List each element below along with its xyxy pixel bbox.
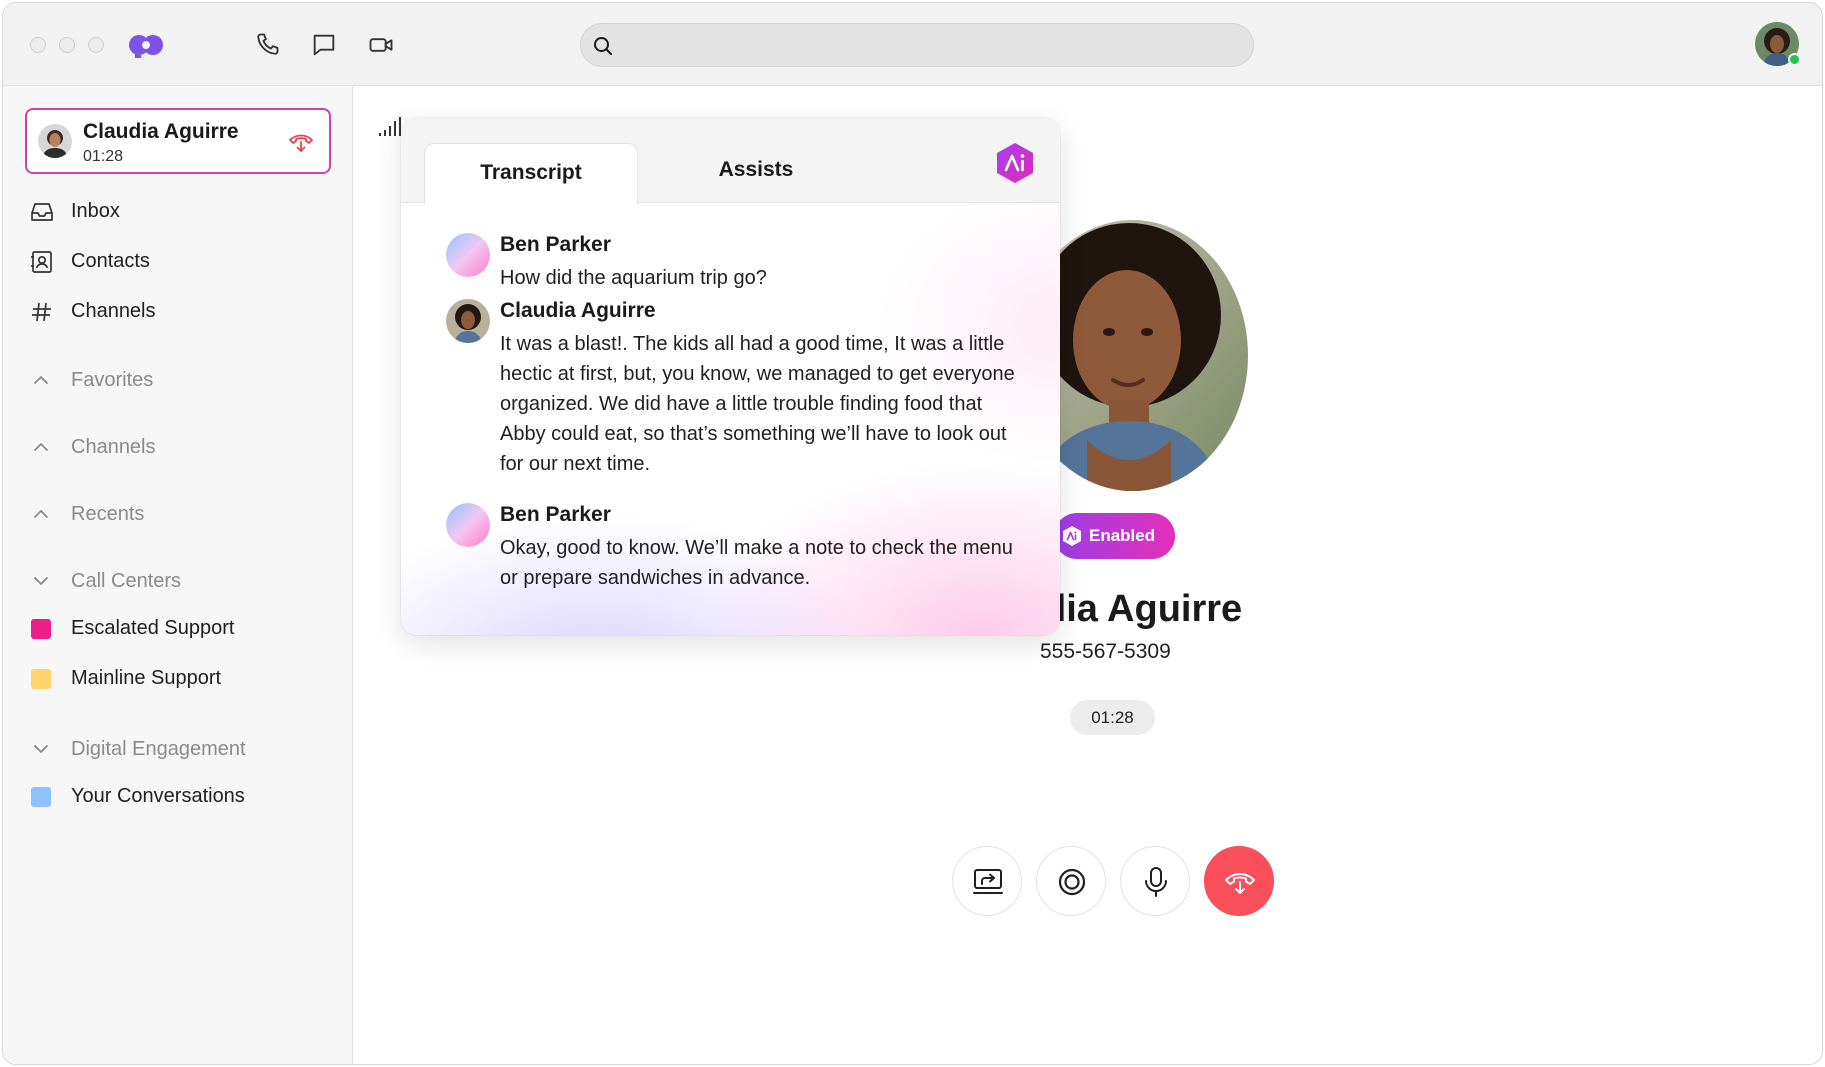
section-digital-engagement[interactable]: Digital Engagement [29, 735, 329, 765]
speaker-name: Claudia Aguirre [500, 299, 656, 322]
sidebar-item-label: Inbox [71, 200, 120, 222]
section-label: Call Centers [71, 570, 182, 592]
ai-hexagon-icon [1063, 526, 1081, 546]
ben-parker-avatar [446, 233, 490, 277]
sidebar-item-contacts[interactable]: Contacts [29, 247, 329, 277]
mute-button[interactable] [1120, 846, 1190, 916]
color-swatch [31, 619, 51, 639]
speaker-name: Ben Parker [500, 503, 611, 526]
sidebar-item-channels[interactable]: Channels [29, 297, 329, 327]
section-recents[interactable]: Recents [29, 500, 329, 530]
search-icon [594, 37, 612, 55]
contact-phone: 555-567-5309 [1040, 640, 1171, 663]
chevron-up-icon [34, 510, 48, 518]
contacts-icon [31, 251, 52, 273]
tab-assists[interactable]: Assists [651, 141, 861, 202]
transcript-message: Ben Parker How did the aquarium trip go? [446, 233, 1026, 298]
hang-up-icon [1225, 873, 1255, 894]
call-center-mainline-support[interactable]: Mainline Support [31, 664, 331, 694]
audio-signal-icon [379, 117, 401, 136]
digital-engagement-label: Your Conversations [71, 785, 245, 807]
color-swatch [31, 787, 51, 807]
sidebar-item-inbox[interactable]: Inbox [29, 197, 329, 227]
tab-label: Transcript [480, 161, 582, 184]
digital-engagement-your-conversations[interactable]: Your Conversations [31, 782, 331, 812]
tab-transcript[interactable]: Transcript [424, 143, 638, 204]
message-text: It was a blast!. The kids all had a good… [500, 333, 1015, 475]
claudia-aguirre-avatar [446, 299, 490, 343]
hash-icon [32, 302, 51, 322]
inbox-icon [31, 203, 53, 221]
message-icon[interactable] [310, 31, 338, 59]
transcript-message: Ben Parker Okay, good to know. We’ll mak… [446, 503, 1026, 593]
transcript-panel: Transcript Assists Ben Parker How did th… [401, 118, 1060, 635]
active-call-name: Claudia Aguirre [83, 120, 239, 143]
screen-share-icon [973, 869, 1003, 894]
message-text: How did the aquarium trip go? [500, 267, 767, 289]
ai-status-label: Enabled [1089, 526, 1156, 545]
section-label: Channels [71, 436, 156, 458]
panel-tab-bar: Transcript Assists [401, 118, 1060, 204]
ben-parker-avatar [446, 503, 490, 547]
window-minimize-button[interactable] [59, 37, 75, 53]
screen-share-button[interactable] [952, 846, 1022, 916]
video-icon[interactable] [367, 31, 395, 59]
record-icon [1058, 868, 1086, 896]
chevron-down-icon [34, 577, 48, 585]
record-button[interactable] [1036, 846, 1106, 916]
ai-assistant-icon[interactable] [993, 141, 1037, 185]
call-center-escalated-support[interactable]: Escalated Support [31, 614, 331, 644]
active-call-card[interactable]: Claudia Aguirre 01:28 [25, 108, 331, 174]
online-status-indicator [1788, 53, 1801, 66]
window-maximize-button[interactable] [88, 37, 104, 53]
section-label: Recents [71, 503, 145, 525]
call-timer: 01:28 [1070, 700, 1155, 735]
sidebar-item-label: Channels [71, 300, 156, 322]
section-favorites[interactable]: Favorites [29, 366, 329, 396]
end-call-button[interactable] [1204, 846, 1274, 916]
section-call-centers[interactable]: Call Centers [29, 567, 329, 597]
chevron-up-icon [34, 376, 48, 384]
ai-enabled-badge[interactable]: Enabled [1054, 513, 1175, 559]
app-logo-icon [129, 35, 163, 58]
top-bar [3, 3, 1822, 86]
message-text: Okay, good to know. We’ll make a note to… [500, 537, 1013, 589]
microphone-icon [1145, 867, 1167, 897]
section-channels[interactable]: Channels [29, 433, 329, 463]
hang-up-icon[interactable] [287, 128, 315, 156]
app-window: Claudia Aguirre 01:28 Inbox Contacts Cha… [2, 2, 1823, 1065]
search-input[interactable] [580, 23, 1254, 67]
window-close-button[interactable] [30, 37, 46, 53]
tab-label: Assists [718, 158, 794, 181]
caller-avatar [38, 124, 72, 158]
call-center-label: Escalated Support [71, 617, 235, 639]
transcript-message: Claudia Aguirre It was a blast!. The kid… [446, 299, 1026, 489]
chevron-up-icon [34, 443, 48, 451]
contact-name: dia Aguirre [1043, 588, 1243, 630]
chevron-down-icon [34, 745, 48, 753]
section-label: Digital Engagement [71, 738, 246, 760]
section-label: Favorites [71, 369, 154, 391]
active-call-duration: 01:28 [83, 148, 124, 165]
phone-icon[interactable] [253, 31, 281, 59]
sidebar-item-label: Contacts [71, 250, 150, 272]
sidebar: Claudia Aguirre 01:28 Inbox Contacts Cha… [3, 86, 353, 1064]
speaker-name: Ben Parker [500, 233, 611, 256]
call-center-label: Mainline Support [71, 667, 222, 689]
color-swatch [31, 669, 51, 689]
